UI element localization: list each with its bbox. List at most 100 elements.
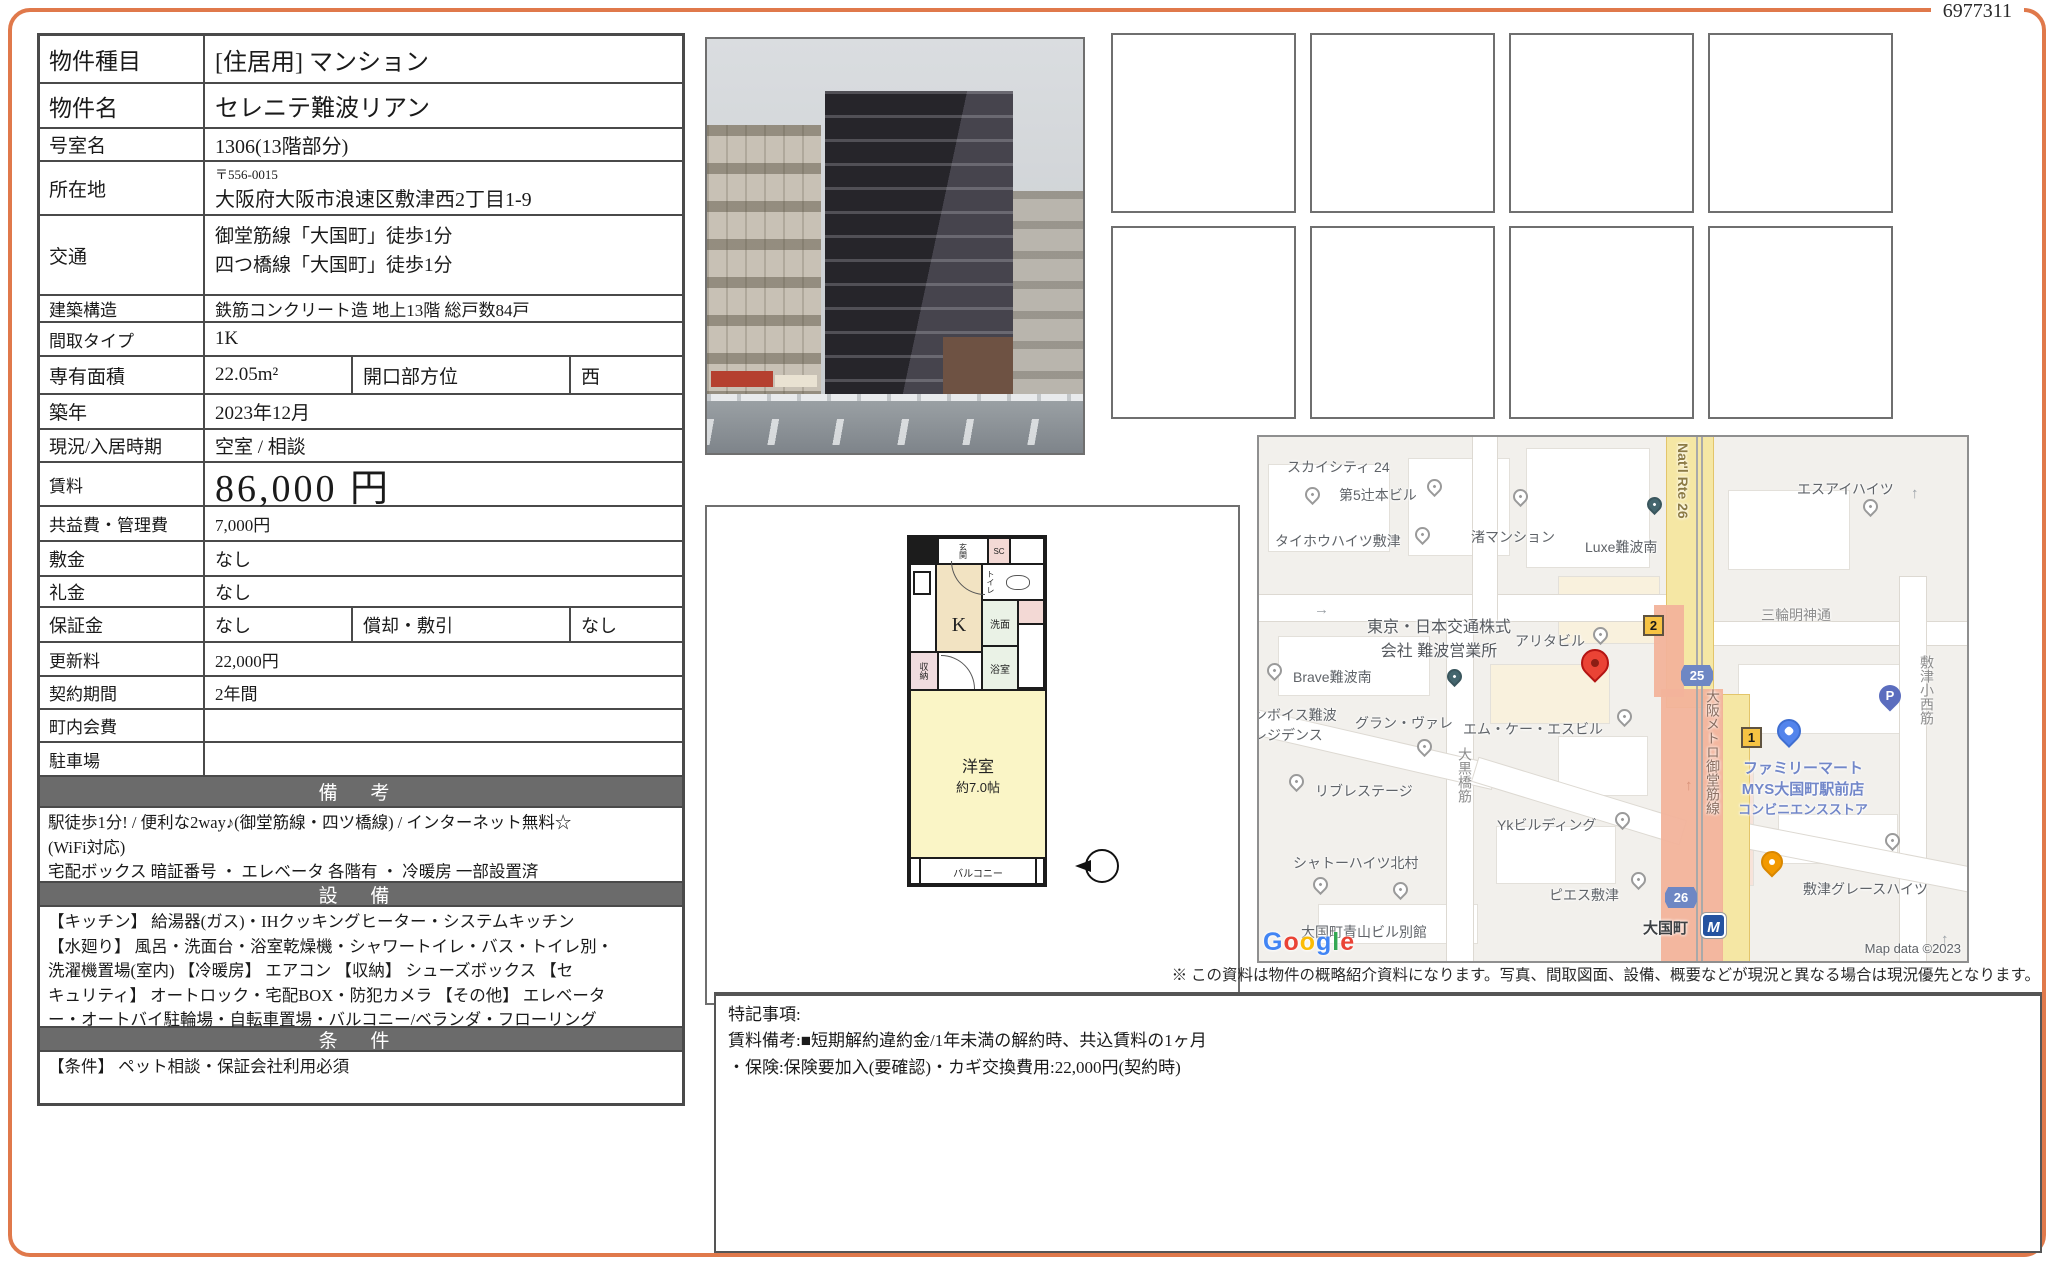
- plan-room-label: 洋室: [961, 758, 994, 776]
- parking-letter: P: [1885, 688, 1895, 703]
- plan-cell: [1017, 623, 1045, 689]
- row-value: 御堂筋線「大国町」徒歩1分 四つ橋線「大国町」徒歩1分: [205, 216, 682, 294]
- table-row: 保証金 なし 償却・敷引 なし: [40, 606, 682, 641]
- photo-placeholder: [1310, 33, 1495, 213]
- map-label-line: ンボイス難波: [1257, 707, 1337, 723]
- transit-line: 御堂筋線「大国町」徒歩1分: [215, 226, 453, 247]
- map-road: [1900, 577, 1926, 961]
- table-row: 町内会費: [40, 708, 682, 741]
- row-label: 専有面積: [40, 357, 205, 393]
- table-row: 礼金 なし: [40, 575, 682, 606]
- photo-podium: [943, 337, 1013, 401]
- route-shield-25: 25: [1681, 665, 1713, 686]
- plan-washer-space: [913, 571, 931, 595]
- row-label: 敷金: [40, 542, 205, 575]
- row-sublabel: 開口部方位: [353, 357, 571, 393]
- north-arrow-icon: [1075, 849, 1119, 883]
- row-label: 築年: [40, 395, 205, 428]
- floor-plan-drawing: 玄関 SC K トイレ 洗面 収納 浴室 洋室 約7.0帖 バルコニー: [907, 535, 1047, 887]
- special-notes-box: 特記事項: 賃料備考:■短期解約違約金/1年未満の解約時、共込賃料の1ヶ月 ・保…: [714, 992, 2042, 1253]
- door-arc: [941, 655, 975, 689]
- disclaimer-text: ※ この資料は物件の概略紹介資料になります。写真、間取図面、設備、概要などが現況…: [1171, 967, 2040, 984]
- table-row: 交通 御堂筋線「大国町」徒歩1分 四つ橋線「大国町」徒歩1分: [40, 214, 682, 294]
- row-sublabel: 償却・敷引: [353, 608, 571, 641]
- map-label: エスアイハイツ: [1797, 481, 1894, 497]
- photo-placeholder: [1111, 226, 1296, 419]
- row-subvalue: なし: [581, 615, 617, 636]
- row-label: 間取タイプ: [40, 323, 205, 355]
- row-label: 現況/入居時期: [40, 430, 205, 461]
- photo-placeholder: [1111, 33, 1296, 213]
- row-value: [205, 743, 682, 775]
- map-attribution: Map data ©2023: [1864, 941, 1961, 956]
- plan-shelf: [1017, 599, 1045, 625]
- route-shield-26: 26: [1665, 887, 1697, 908]
- table-row: 築年 2023年12月: [40, 393, 682, 428]
- map-label: Brave難波南: [1293, 669, 1372, 685]
- row-value: なし: [215, 549, 251, 570]
- rent-value: 86,000 円: [215, 467, 392, 510]
- table-row: 所在地 〒556-0015 大阪府大阪市浪速区敷津西2丁目1-9: [40, 160, 682, 214]
- oneway-arrow-icon: ↑: [1911, 485, 1919, 502]
- row-label: 賃料: [40, 463, 205, 505]
- row-value: 鉄筋コンクリート造 地上13階 総戸数84戸: [215, 301, 530, 320]
- map-label-line: 東京・日本交通株式: [1366, 619, 1511, 636]
- google-letter: o: [1283, 928, 1300, 956]
- map-label-familymart: ファミリーマート MYS大国町駅前店 コンビニエンスストア: [1703, 757, 1903, 818]
- row-value: 1306(13階部分): [215, 136, 349, 158]
- photo-lane-markings: [707, 419, 1083, 445]
- row-label: 共益費・管理費: [40, 507, 205, 540]
- plan-main-room: 洋室 約7.0帖: [909, 689, 1047, 859]
- transit-line: 四つ橋線「大国町」徒歩1分: [215, 255, 453, 277]
- table-row: 更新料 22,000円: [40, 641, 682, 675]
- map-pin: [1285, 770, 1308, 793]
- map-label-line: MYS大国町駅前店: [1741, 781, 1865, 798]
- row-label: 号室名: [40, 129, 205, 160]
- parking-icon: P: [1874, 680, 1906, 712]
- google-letter: g: [1316, 928, 1333, 956]
- map-label-line: ファミリーマート: [1742, 760, 1863, 777]
- section-header-remarks: 備 考: [40, 775, 682, 806]
- oneway-arrow-icon: ↑: [1685, 777, 1693, 794]
- floor-plan: 玄関 SC K トイレ 洗面 収納 浴室 洋室 約7.0帖 バルコニー: [705, 505, 1240, 1005]
- row-label: 物件種目: [40, 36, 205, 82]
- insurance-note: ・保険:保険要加入(要確認)・カギ交換費用:22,000円(契約時): [728, 1057, 1181, 1077]
- row-label: 町内会費: [40, 710, 205, 741]
- map-label-taxi-office: 東京・日本交通株式 会社 難波営業所: [1339, 613, 1539, 661]
- exit-marker-2: 2: [1643, 615, 1664, 636]
- row-value: 2年間: [215, 685, 258, 704]
- map-label-line: コンビニエンスストア: [1738, 802, 1868, 817]
- map-pin: [1613, 705, 1636, 728]
- plan-toilet-label: トイレ: [986, 570, 995, 594]
- map-pin: [1389, 878, 1412, 901]
- row-label: 交通: [40, 216, 205, 294]
- google-logo: Google: [1263, 928, 1355, 957]
- row-label: 礼金: [40, 577, 205, 606]
- google-letter: G: [1263, 928, 1284, 956]
- row-value: なし: [215, 582, 251, 603]
- map-label: リブレステージ: [1315, 783, 1413, 799]
- exit-marker-1: 1: [1741, 727, 1762, 748]
- osaka-metro-logo: M: [1701, 913, 1726, 938]
- conditions-body: 【条件】 ペット相談・保証会社利用必須: [40, 1050, 682, 1103]
- photo-placeholder: [1509, 226, 1694, 419]
- plan-entrance-label: 玄関: [958, 543, 968, 559]
- photo-shop-sign: [775, 375, 817, 387]
- row-value: 7,000円: [215, 516, 271, 535]
- plan-washroom: 洗面: [981, 599, 1019, 647]
- remarks-body: 駅徒歩1分! / 便利な2way♪(御堂筋線・四ツ橋線) / インターネット無料…: [40, 806, 682, 881]
- plan-toilet: トイレ: [981, 563, 1045, 601]
- plan-wall-block: [909, 537, 937, 565]
- table-row: 間取タイプ 1K: [40, 321, 682, 355]
- map-label-line: 会社 難波営業所: [1380, 643, 1498, 660]
- map-label: スカイシティ 24: [1287, 459, 1390, 475]
- table-row-rent: 賃料 86,000 円: [40, 461, 682, 510]
- row-value: 22.05m²: [205, 357, 353, 393]
- photo-placeholder: [1310, 226, 1495, 419]
- google-letter: o: [1299, 928, 1317, 956]
- map-label: ピエス敷津: [1549, 887, 1619, 903]
- street-name: 敷津小西筋: [1919, 655, 1935, 725]
- map-pin: [1859, 495, 1882, 518]
- plan-closet-label: 収納: [918, 662, 929, 680]
- row-label: 保証金: [40, 608, 205, 641]
